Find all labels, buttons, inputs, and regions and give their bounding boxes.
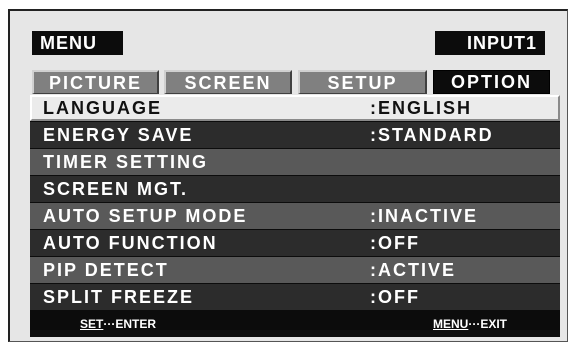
menu-item-value: :ACTIVE [370, 260, 456, 280]
menu-key: MENU [433, 317, 469, 331]
menu-title: MENU [32, 31, 123, 55]
menu-item-language[interactable]: LANGUAGE :ENGLISH [30, 95, 560, 121]
exit-hint: MENU···EXIT [433, 317, 507, 331]
exit-action: ···EXIT [468, 317, 508, 331]
set-key: SET [80, 317, 104, 331]
enter-hint: SET···ENTER [80, 317, 156, 331]
menu-item-value: :INACTIVE [370, 206, 478, 226]
menu-item-value: :OFF [370, 233, 420, 253]
menu-item-label: SPLIT FREEZE [43, 287, 195, 307]
menu-item-value: :ENGLISH [370, 98, 473, 118]
tab-option[interactable]: OPTION [433, 70, 550, 94]
menu-item-label: TIMER SETTING [43, 152, 208, 172]
menu-item-label: ENERGY SAVE [43, 125, 194, 145]
menu-item-label: SCREEN MGT. [43, 179, 189, 199]
enter-action: ···ENTER [103, 317, 157, 331]
menu-item-label: PIP DETECT [43, 260, 169, 280]
menu-item-label: AUTO FUNCTION [43, 233, 218, 253]
menu-item-split-freeze[interactable]: SPLIT FREEZE :OFF [30, 284, 560, 310]
menu-item-auto-setup-mode[interactable]: AUTO SETUP MODE :INACTIVE [30, 203, 560, 229]
menu-item-screen-mgt[interactable]: SCREEN MGT. [30, 176, 560, 202]
menu-item-auto-function[interactable]: AUTO FUNCTION :OFF [30, 230, 560, 256]
menu-item-value: :OFF [370, 287, 420, 307]
tab-setup[interactable]: SETUP [298, 70, 427, 94]
key-hint-bar: SET···ENTER MENU···EXIT [30, 311, 560, 337]
tab-picture[interactable]: PICTURE [32, 70, 159, 94]
menu-item-pip-detect[interactable]: PIP DETECT :ACTIVE [30, 257, 560, 283]
menu-item-timer-setting[interactable]: TIMER SETTING [30, 149, 560, 175]
menu-item-label: AUTO SETUP MODE [43, 206, 248, 226]
tab-screen[interactable]: SCREEN [164, 70, 292, 94]
input-indicator: INPUT1 [435, 31, 545, 55]
menu-item-energy-save[interactable]: ENERGY SAVE :STANDARD [30, 122, 560, 148]
menu-item-value: :STANDARD [370, 125, 494, 145]
menu-item-label: LANGUAGE [43, 98, 162, 118]
